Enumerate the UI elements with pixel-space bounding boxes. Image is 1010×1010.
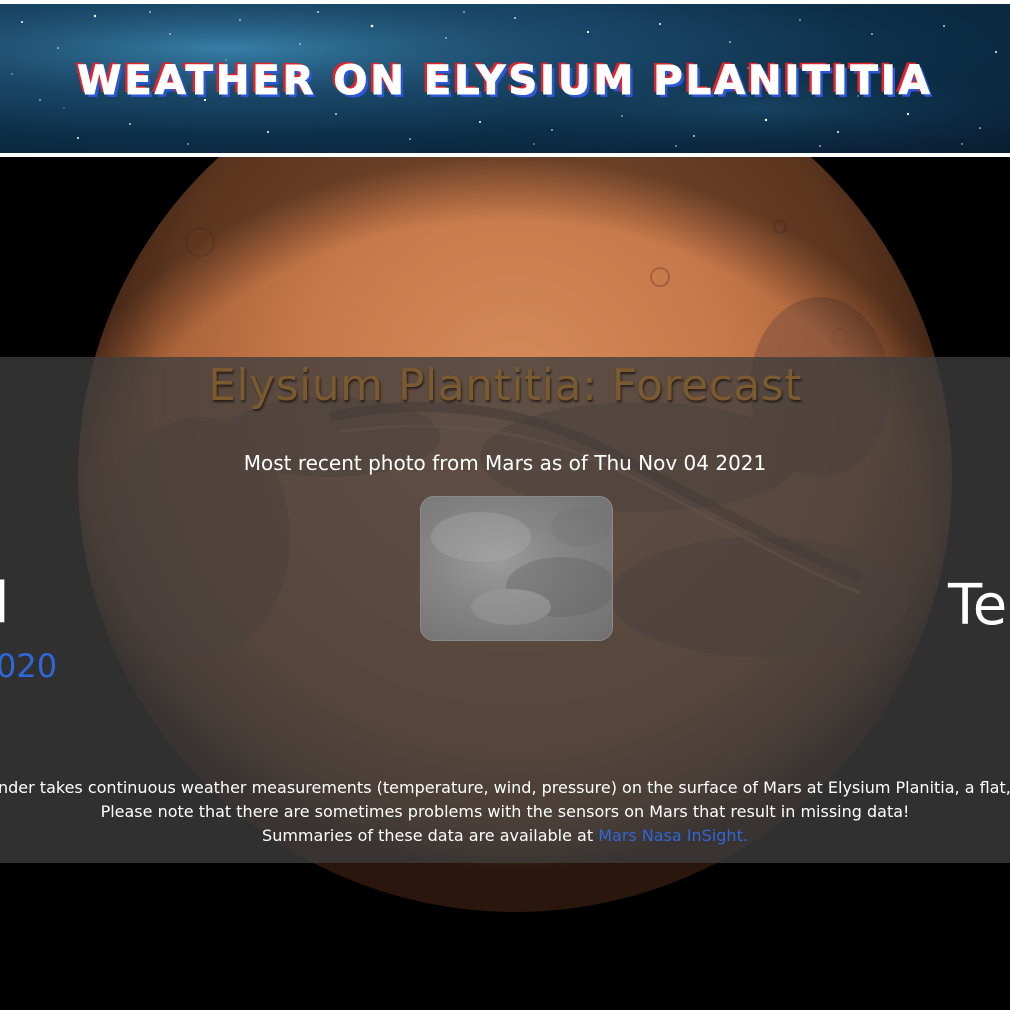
photo-texture	[431, 507, 612, 625]
left-card-heading: l	[0, 571, 10, 636]
right-card-heading: Te	[948, 573, 1008, 638]
page: WEATHER ON ELYSIUM PLANITITIA Elysium Pl…	[0, 0, 1010, 1010]
mars-latest-photo	[420, 496, 613, 641]
description-line-2: Please note that there are sometimes pro…	[100, 802, 910, 821]
header-banner: WEATHER ON ELYSIUM PLANITITIA	[0, 0, 1010, 157]
description-line-3-text: Summaries of these data are available at	[262, 826, 599, 845]
site-title: WEATHER ON ELYSIUM PLANITITIA	[77, 58, 933, 105]
mars-nasa-insight-link[interactable]: Mars Nasa InSight.	[598, 826, 748, 845]
forecast-title: Elysium Plantitia: Forecast	[208, 360, 802, 411]
description-line-3: Summaries of these data are available at…	[0, 824, 1010, 848]
left-card-date-link[interactable]: 020	[0, 650, 57, 682]
photo-caption: Most recent photo from Mars as of Thu No…	[243, 451, 767, 475]
description-line-1: nder takes continuous weather measuremen…	[0, 778, 1010, 797]
